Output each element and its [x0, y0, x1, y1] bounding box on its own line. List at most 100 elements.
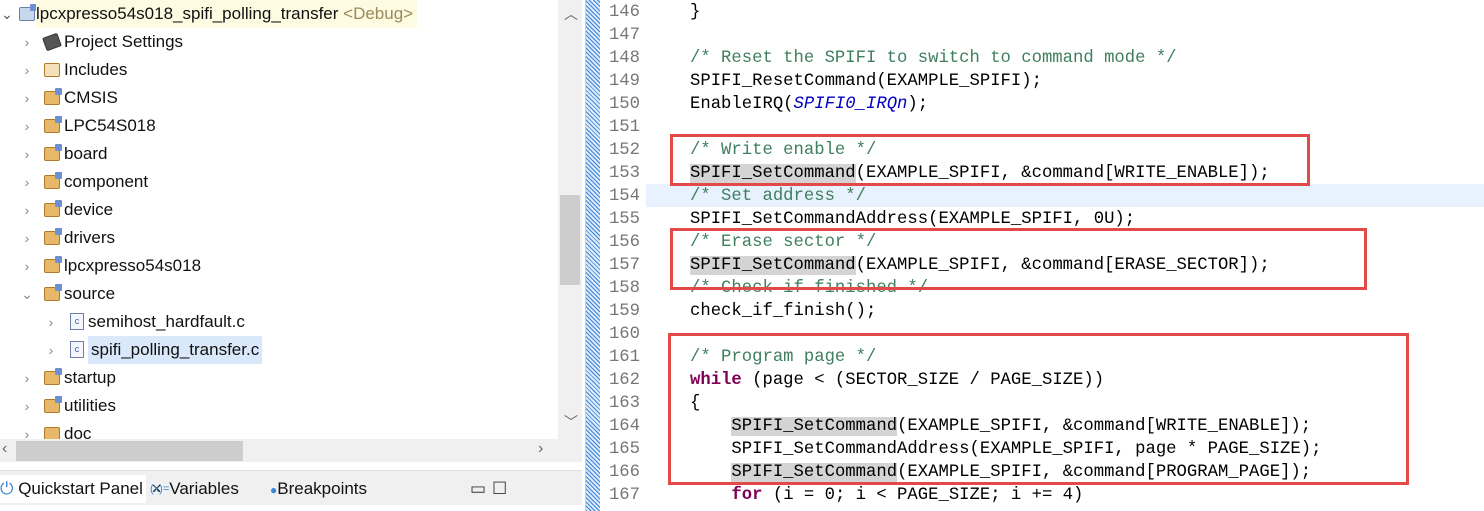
chevron-right-icon[interactable]: ›	[20, 84, 34, 112]
line-number: 153	[608, 164, 640, 183]
c-file-icon: c	[70, 341, 84, 358]
line-number: 163	[608, 394, 640, 413]
tree-item[interactable]: › Project Settings	[0, 28, 558, 56]
line-number: 167	[608, 486, 640, 505]
code-line[interactable]: check_if_finish();	[690, 300, 876, 323]
tree-item[interactable]: › lpcxpresso54s018	[0, 252, 558, 280]
tree-item-label: source	[64, 284, 116, 303]
settings-icon	[42, 32, 62, 52]
line-number: 165	[608, 440, 640, 459]
variables-icon: (x)=	[150, 483, 170, 495]
chevron-right-icon[interactable]: ›	[20, 224, 34, 252]
tree-item[interactable]: › drivers	[0, 224, 558, 252]
source-folder-icon	[44, 116, 62, 133]
line-number: 154	[608, 187, 640, 206]
code-comment: /* Set address */	[690, 187, 866, 206]
vertical-scrollbar[interactable]: ︿ ﹀	[558, 0, 582, 462]
tree-item-label: board	[64, 144, 108, 163]
tree-item-label: LPC54S018	[64, 116, 156, 135]
line-number: 164	[608, 417, 640, 436]
tab-quickstart-panel[interactable]: ⏻ Quickstart Panel ×	[0, 475, 162, 503]
chevron-right-icon[interactable]: ›	[20, 364, 34, 392]
tree-item-label: startup	[64, 368, 116, 387]
code-line[interactable]: EnableIRQ(SPIFI0_IRQn);	[690, 93, 928, 116]
includes-icon	[44, 63, 60, 77]
tree-item-label: Includes	[64, 60, 128, 79]
tree-item[interactable]: › CMSIS	[0, 84, 558, 112]
code-comment: /* Reset the SPIFI to switch to command …	[690, 49, 1177, 68]
tree-item[interactable]: › LPC54S018	[0, 112, 558, 140]
chevron-right-icon[interactable]: ›	[20, 196, 34, 224]
tab-breakpoints[interactable]: ●Breakpoints	[270, 475, 367, 503]
chevron-right-icon[interactable]: ›	[20, 252, 34, 280]
scroll-left-icon[interactable]: ‹	[2, 440, 7, 458]
tree-item[interactable]: › startup	[0, 364, 558, 392]
scroll-right-icon[interactable]: ›	[538, 440, 543, 458]
line-number: 156	[608, 233, 640, 252]
chevron-right-icon[interactable]: ›	[20, 392, 34, 420]
code-line[interactable]: for (i = 0; i < PAGE_SIZE; i += 4)	[690, 484, 1083, 507]
line-number: 161	[608, 348, 640, 367]
tree-item[interactable]: › device	[0, 196, 558, 224]
project-icon	[19, 4, 37, 21]
line-number: 148	[608, 49, 640, 68]
chevron-right-icon[interactable]: ›	[20, 140, 34, 168]
tree-item-label: semihost_hardfault.c	[88, 312, 245, 331]
code-text: }	[690, 3, 701, 22]
tree-item[interactable]: › Includes	[0, 56, 558, 84]
tree-item-label: CMSIS	[64, 88, 118, 107]
horizontal-scrollbar[interactable]: ‹ ›	[0, 439, 558, 462]
chevron-right-icon[interactable]: ›	[44, 308, 58, 336]
line-number: 158	[608, 279, 640, 298]
tree-item[interactable]: › c semihost_hardfault.c	[0, 308, 558, 336]
code-line[interactable]: SPIFI_ResetCommand(EXAMPLE_SPIFI);	[690, 70, 1042, 93]
bottom-tab-bar: ⏻ Quickstart Panel × (x)=Variables ●Brea…	[0, 470, 582, 505]
tree-item[interactable]: › utilities	[0, 392, 558, 420]
source-folder-icon	[44, 396, 62, 413]
code-line[interactable]: /* Set address */	[690, 185, 866, 208]
line-number: 160	[608, 325, 640, 344]
tree-item[interactable]: › c spifi_polling_transfer.c	[0, 336, 558, 364]
source-folder-icon	[44, 284, 62, 301]
code-text: SPIFI_ResetCommand(EXAMPLE_SPIFI);	[690, 72, 1042, 91]
annotation-box-erase-sector	[670, 228, 1367, 290]
source-folder-icon	[44, 200, 62, 217]
chevron-right-icon[interactable]: ›	[44, 336, 58, 364]
code-line[interactable]: /* Reset the SPIFI to switch to command …	[690, 47, 1177, 70]
line-number: 166	[608, 463, 640, 482]
tree-item[interactable]: ⌄ source	[0, 280, 558, 308]
scroll-up-icon[interactable]: ︿	[564, 4, 578, 24]
project-config: <Debug>	[343, 4, 414, 23]
tree-item[interactable]: › component	[0, 168, 558, 196]
chevron-down-icon[interactable]: ⌄	[0, 0, 14, 28]
code-line[interactable]: }	[690, 1, 700, 24]
code-text: check_if_finish();	[690, 302, 877, 321]
tab-variables[interactable]: (x)=Variables	[150, 475, 239, 503]
source-folder-icon	[44, 256, 62, 273]
chevron-right-icon[interactable]: ›	[20, 56, 34, 84]
code-editor[interactable]: 146} 147 148 /* Reset the SPIFI to switch t…	[600, 0, 1484, 511]
tree-item-label: Project Settings	[64, 32, 184, 51]
source-folder-icon	[44, 172, 62, 189]
code-text: (i = 0; i < PAGE_SIZE; i += 4)	[762, 486, 1084, 505]
line-number: 146	[608, 3, 640, 22]
code-text: );	[907, 95, 929, 114]
line-number: 155	[608, 210, 640, 229]
scrollbar-thumb[interactable]	[560, 195, 580, 285]
chevron-down-icon[interactable]: ⌄	[20, 280, 34, 308]
line-number: 150	[608, 95, 640, 114]
scrollbar-thumb[interactable]	[16, 441, 243, 461]
line-number: 162	[608, 371, 640, 390]
chevron-right-icon[interactable]: ›	[20, 168, 34, 196]
line-number: 151	[608, 118, 640, 137]
chevron-right-icon[interactable]: ›	[20, 112, 34, 140]
tree-item[interactable]: › board	[0, 140, 558, 168]
annotation-box-write-enable	[670, 134, 1310, 186]
maximize-button[interactable]: ☐	[492, 475, 507, 503]
scroll-down-icon[interactable]: ﹀	[564, 412, 578, 432]
code-text: SPIFI_SetCommandAddress(EXAMPLE_SPIFI, 0…	[690, 210, 1136, 229]
chevron-right-icon[interactable]: ›	[20, 28, 34, 56]
code-text: SPIFI0_IRQn	[793, 95, 908, 114]
minimize-button[interactable]: ▭	[470, 475, 486, 503]
